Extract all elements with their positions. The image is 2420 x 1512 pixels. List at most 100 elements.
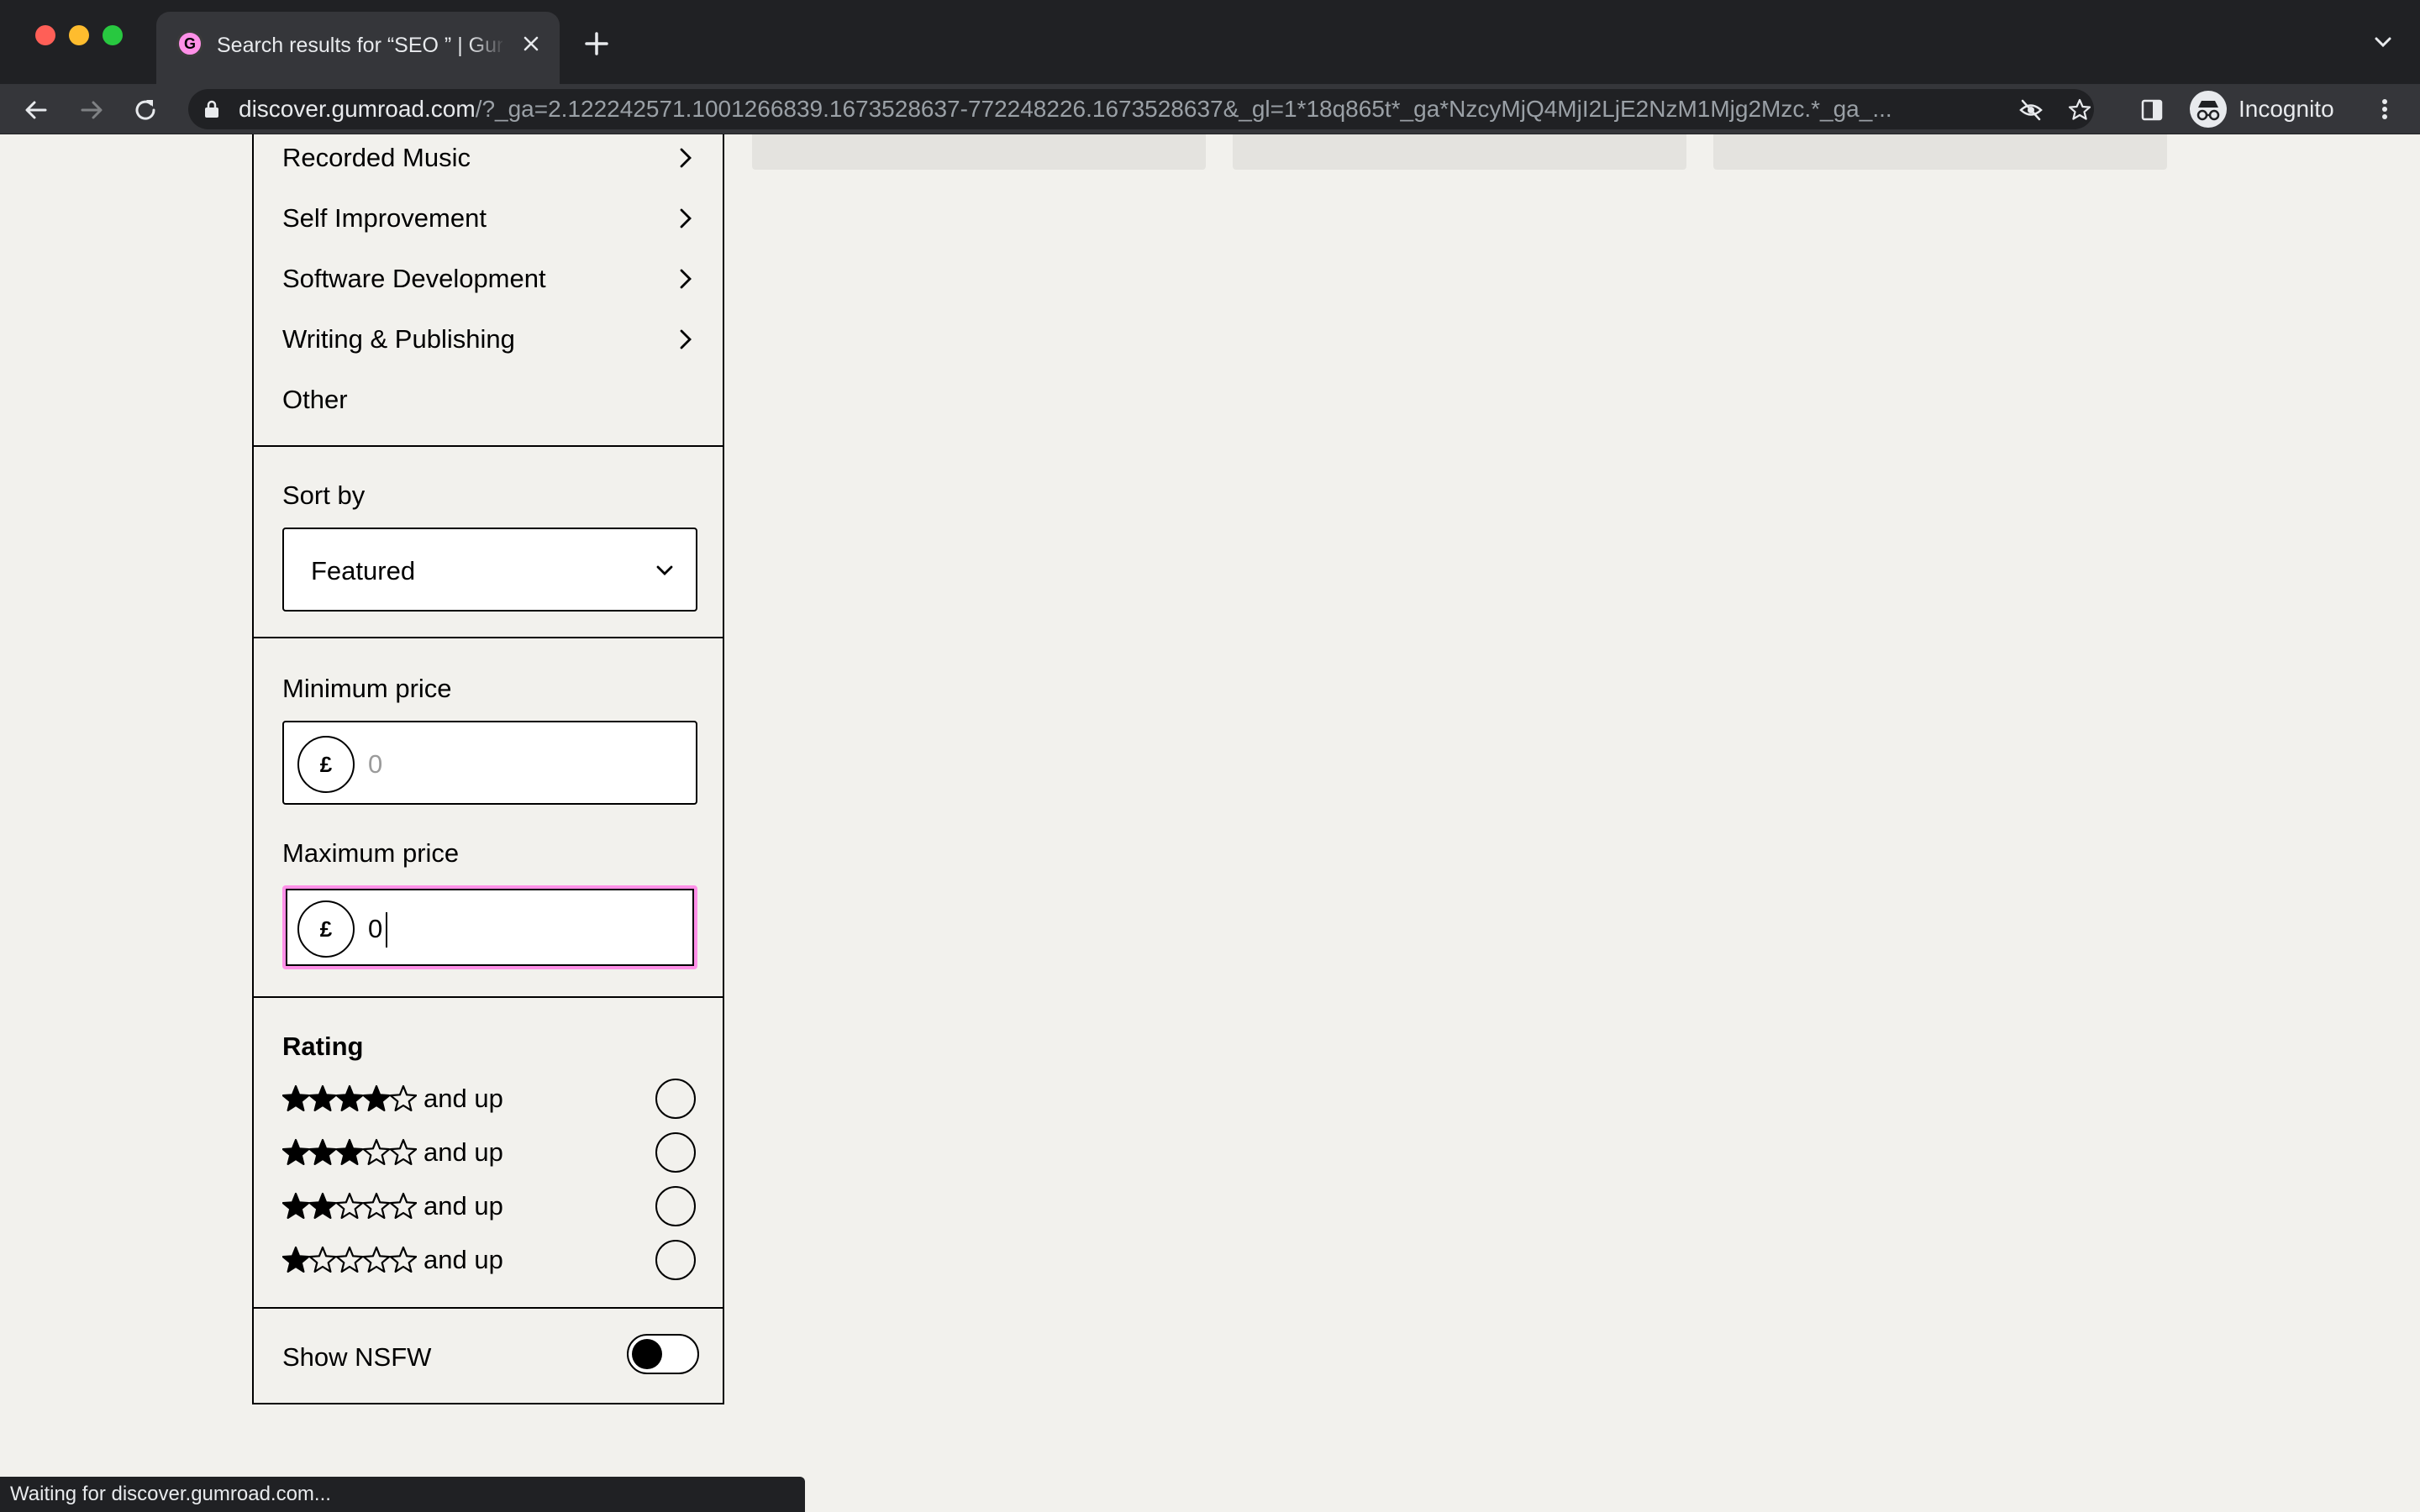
- active-tab[interactable]: G Search results for “SEO ” | Gumroad: [156, 12, 560, 84]
- product-card-placeholder: [752, 134, 1206, 170]
- incognito-label[interactable]: Incognito: [2238, 84, 2334, 134]
- maximum-price-input[interactable]: [368, 912, 679, 946]
- toggle-knob: [632, 1339, 662, 1369]
- minimum-price-label: Minimum price: [282, 674, 452, 703]
- filled-star-icon: [282, 1246, 310, 1273]
- product-card-placeholder: [1713, 134, 2167, 170]
- url-path: /?_ga=2.122242571.1001266839.1673528637-…: [475, 96, 1892, 122]
- show-nsfw-label: Show NSFW: [282, 1342, 432, 1372]
- address-bar[interactable]: discover.gumroad.com/?_ga=2.122242571.10…: [188, 89, 2094, 129]
- product-card-placeholder: [1233, 134, 1686, 170]
- divider: [254, 996, 723, 998]
- filled-star-icon: [308, 1192, 337, 1219]
- currency-symbol: £: [297, 900, 355, 958]
- four-stars-icon: [282, 1084, 417, 1111]
- rating-option-text: and up: [424, 1084, 503, 1113]
- maximum-price-label: Maximum price: [282, 838, 460, 868]
- one-star-icon: [282, 1246, 417, 1273]
- empty-star-icon: [308, 1246, 337, 1273]
- lock-icon[interactable]: [202, 99, 222, 119]
- forward-arrow-icon[interactable]: [77, 96, 106, 124]
- filled-star-icon: [335, 1138, 364, 1165]
- bookmark-star-icon[interactable]: [2067, 97, 2092, 123]
- side-panel-icon[interactable]: [2139, 97, 2165, 123]
- two-stars-icon: [282, 1192, 417, 1219]
- chevron-down-icon: [656, 565, 673, 575]
- rating-option-text: and up: [424, 1191, 503, 1221]
- empty-star-icon: [389, 1246, 417, 1273]
- filled-star-icon: [282, 1192, 310, 1219]
- empty-star-icon: [389, 1138, 417, 1165]
- incognito-icon[interactable]: [2190, 91, 2227, 128]
- back-arrow-icon[interactable]: [22, 96, 50, 124]
- maximize-window-button[interactable]: [103, 25, 123, 45]
- rating-option-text: and up: [424, 1137, 503, 1167]
- divider: [254, 1307, 723, 1309]
- empty-star-icon: [362, 1138, 391, 1165]
- currency-symbol: £: [297, 736, 355, 793]
- category-label: Recorded Music: [282, 143, 471, 172]
- empty-star-icon: [389, 1084, 417, 1111]
- minimum-price-field[interactable]: £: [282, 721, 697, 805]
- tab-title: Search results for “SEO ” | Gumroad: [217, 34, 502, 57]
- rating-option-text: and up: [424, 1245, 503, 1274]
- category-label: Software Development: [282, 264, 546, 293]
- rating-label: Rating: [282, 1032, 364, 1061]
- browser-tab-strip: G Search results for “SEO ” | Gumroad: [0, 0, 2420, 84]
- text-caret: [386, 912, 387, 948]
- chevron-right-icon: [680, 208, 692, 228]
- filled-star-icon: [282, 1138, 310, 1165]
- close-window-button[interactable]: [35, 25, 55, 45]
- sort-by-label: Sort by: [282, 480, 366, 510]
- close-tab-icon[interactable]: [518, 30, 544, 57]
- filled-star-icon: [282, 1084, 310, 1111]
- sort-select[interactable]: Featured: [282, 528, 697, 612]
- new-tab-icon[interactable]: [580, 27, 613, 60]
- url-text[interactable]: discover.gumroad.com/?_ga=2.122242571.10…: [239, 89, 2003, 129]
- filled-star-icon: [362, 1084, 391, 1111]
- maximum-price-field[interactable]: £: [282, 885, 697, 969]
- category-software-development[interactable]: Software Development: [282, 255, 697, 302]
- category-recorded-music[interactable]: Recorded Music: [282, 134, 697, 181]
- chevron-right-icon: [680, 148, 692, 168]
- minimum-price-input[interactable]: [368, 748, 679, 781]
- rating-radio[interactable]: [655, 1079, 696, 1119]
- more-menu-icon[interactable]: [2371, 96, 2398, 123]
- category-label: Self Improvement: [282, 203, 487, 233]
- filters-sidebar: Recorded Music Self Improvement Software…: [252, 134, 724, 1404]
- category-writing-publishing[interactable]: Writing & Publishing: [282, 316, 697, 363]
- three-stars-icon: [282, 1138, 417, 1165]
- rating-radio[interactable]: [655, 1132, 696, 1173]
- rating-radio[interactable]: [655, 1186, 696, 1226]
- show-nsfw-toggle[interactable]: [627, 1334, 699, 1374]
- empty-star-icon: [335, 1192, 364, 1219]
- category-label: Writing & Publishing: [282, 324, 515, 354]
- eye-off-icon[interactable]: [2018, 97, 2044, 123]
- filled-star-icon: [308, 1084, 337, 1111]
- empty-star-icon: [389, 1192, 417, 1219]
- rating-option-3[interactable]: and up: [282, 1127, 697, 1178]
- divider: [254, 637, 723, 638]
- empty-star-icon: [335, 1246, 364, 1273]
- rating-radio[interactable]: [655, 1240, 696, 1280]
- tab-search-chevron-icon[interactable]: [2370, 29, 2396, 55]
- url-host: discover.gumroad.com: [239, 96, 476, 122]
- rating-option-2[interactable]: and up: [282, 1181, 697, 1231]
- empty-star-icon: [362, 1192, 391, 1219]
- sort-selected-value: Featured: [311, 556, 416, 585]
- rating-option-1[interactable]: and up: [282, 1235, 697, 1285]
- browser-toolbar: discover.gumroad.com/?_ga=2.122242571.10…: [0, 84, 2420, 134]
- chevron-right-icon: [680, 329, 692, 349]
- category-other[interactable]: Other: [282, 376, 697, 423]
- empty-star-icon: [362, 1246, 391, 1273]
- status-bar: Waiting for discover.gumroad.com...: [0, 1477, 805, 1512]
- filled-star-icon: [308, 1138, 337, 1165]
- rating-option-4[interactable]: and up: [282, 1074, 697, 1124]
- tab-title-fade: [469, 29, 506, 62]
- category-label: Other: [282, 385, 348, 414]
- gumroad-favicon-icon: G: [176, 30, 203, 57]
- categories-section: Recorded Music Self Improvement Software…: [254, 134, 723, 447]
- minimize-window-button[interactable]: [69, 25, 89, 45]
- category-self-improvement[interactable]: Self Improvement: [282, 195, 697, 242]
- reload-icon[interactable]: [131, 96, 160, 124]
